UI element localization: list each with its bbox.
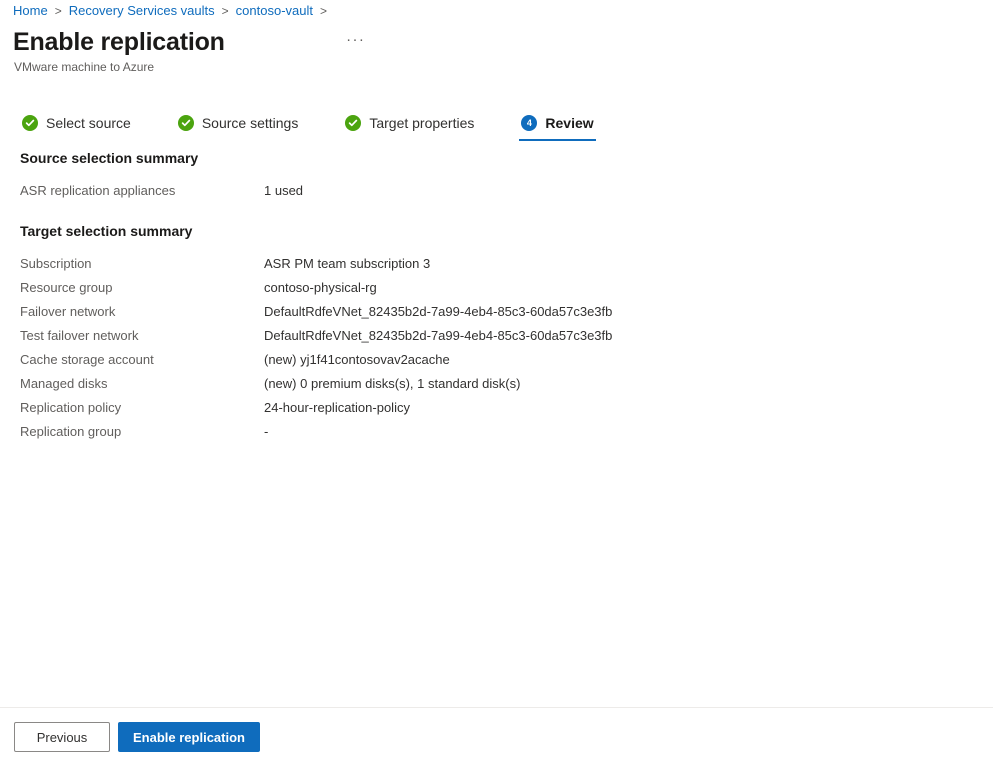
summary-label: Replication group — [20, 424, 122, 439]
tab-review[interactable]: 4 Review — [519, 108, 596, 141]
summary-label: Replication policy — [20, 400, 122, 415]
summary-row: Replication group - — [20, 420, 993, 444]
page-title: Enable replication — [13, 28, 225, 56]
summary-value: 24-hour-replication-policy — [264, 400, 410, 415]
summary-value: contoso-physical-rg — [264, 280, 377, 295]
summary-row: Managed disks (new) 0 premium disks(s), … — [20, 372, 993, 396]
page-subtitle: VMware machine to Azure — [14, 60, 155, 74]
summary-label: Cache storage account — [20, 352, 154, 367]
summary-label: Resource group — [20, 280, 113, 295]
summary-value: DefaultRdfeVNet_82435b2d-7a99-4eb4-85c3-… — [264, 328, 613, 343]
tab-source-settings[interactable]: Source settings — [176, 108, 301, 138]
tab-label: Review — [545, 115, 594, 131]
summary-row: Cache storage account (new) yj1f41contos… — [20, 348, 993, 372]
breadcrumb-item-recovery-services-vaults[interactable]: Recovery Services vaults — [69, 1, 215, 21]
step-number-icon: 4 — [521, 115, 538, 131]
check-circle-icon — [345, 115, 362, 131]
summary-value: - — [264, 424, 269, 439]
target-summary-table: Subscription ASR PM team subscription 3 … — [0, 252, 993, 444]
enable-replication-blade: Home > Recovery Services vaults > contos… — [0, 0, 993, 766]
active-tab-indicator — [519, 139, 596, 141]
summary-row: Resource group contoso-physical-rg — [20, 276, 993, 300]
tab-target-properties[interactable]: Target properties — [343, 108, 476, 138]
check-circle-icon — [22, 115, 38, 131]
enable-replication-button[interactable]: Enable replication — [118, 722, 260, 752]
breadcrumb-item-home[interactable]: Home — [13, 1, 48, 21]
summary-label: Subscription — [20, 256, 92, 271]
tab-select-source[interactable]: Select source — [20, 108, 133, 138]
summary-label: Failover network — [20, 304, 116, 319]
source-summary-table: ASR replication appliances 1 used — [0, 179, 993, 203]
title-row: Enable replication ··· — [13, 26, 369, 58]
summary-row: Test failover network DefaultRdfeVNet_82… — [20, 324, 993, 348]
wizard-footer: Previous Enable replication — [0, 707, 993, 766]
tab-label: Select source — [46, 115, 131, 131]
breadcrumb: Home > Recovery Services vaults > contos… — [13, 1, 334, 21]
target-summary-heading: Target selection summary — [20, 223, 193, 239]
summary-value: (new) 0 premium disks(s), 1 standard dis… — [264, 376, 521, 391]
summary-value: ASR PM team subscription 3 — [264, 256, 431, 271]
previous-button[interactable]: Previous — [14, 722, 110, 752]
summary-value: (new) yj1f41contosovav2acache — [264, 352, 450, 367]
review-content: Source selection summary ASR replication… — [0, 148, 993, 444]
summary-row: Replication policy 24-hour-replication-p… — [20, 396, 993, 420]
summary-row: Subscription ASR PM team subscription 3 — [20, 252, 993, 276]
source-summary-heading: Source selection summary — [20, 150, 199, 166]
summary-value: DefaultRdfeVNet_82435b2d-7a99-4eb4-85c3-… — [264, 304, 613, 319]
breadcrumb-separator-icon: > — [54, 4, 62, 18]
breadcrumb-separator-icon: > — [320, 4, 328, 18]
summary-row: ASR replication appliances 1 used — [20, 179, 993, 203]
tab-label: Target properties — [369, 115, 475, 131]
summary-label: Managed disks — [20, 376, 108, 391]
summary-value: 1 used — [264, 183, 304, 198]
wizard-tabs: Select source Source settings Target pro… — [20, 108, 596, 141]
ellipsis-icon[interactable]: ··· — [343, 29, 369, 55]
summary-row: Failover network DefaultRdfeVNet_82435b2… — [20, 300, 993, 324]
breadcrumb-separator-icon: > — [221, 4, 229, 18]
breadcrumb-item-contoso-vault[interactable]: contoso-vault — [236, 1, 313, 21]
summary-label: Test failover network — [20, 328, 139, 343]
check-circle-icon — [177, 115, 194, 131]
summary-label: ASR replication appliances — [20, 183, 176, 198]
tab-label: Source settings — [201, 115, 299, 131]
